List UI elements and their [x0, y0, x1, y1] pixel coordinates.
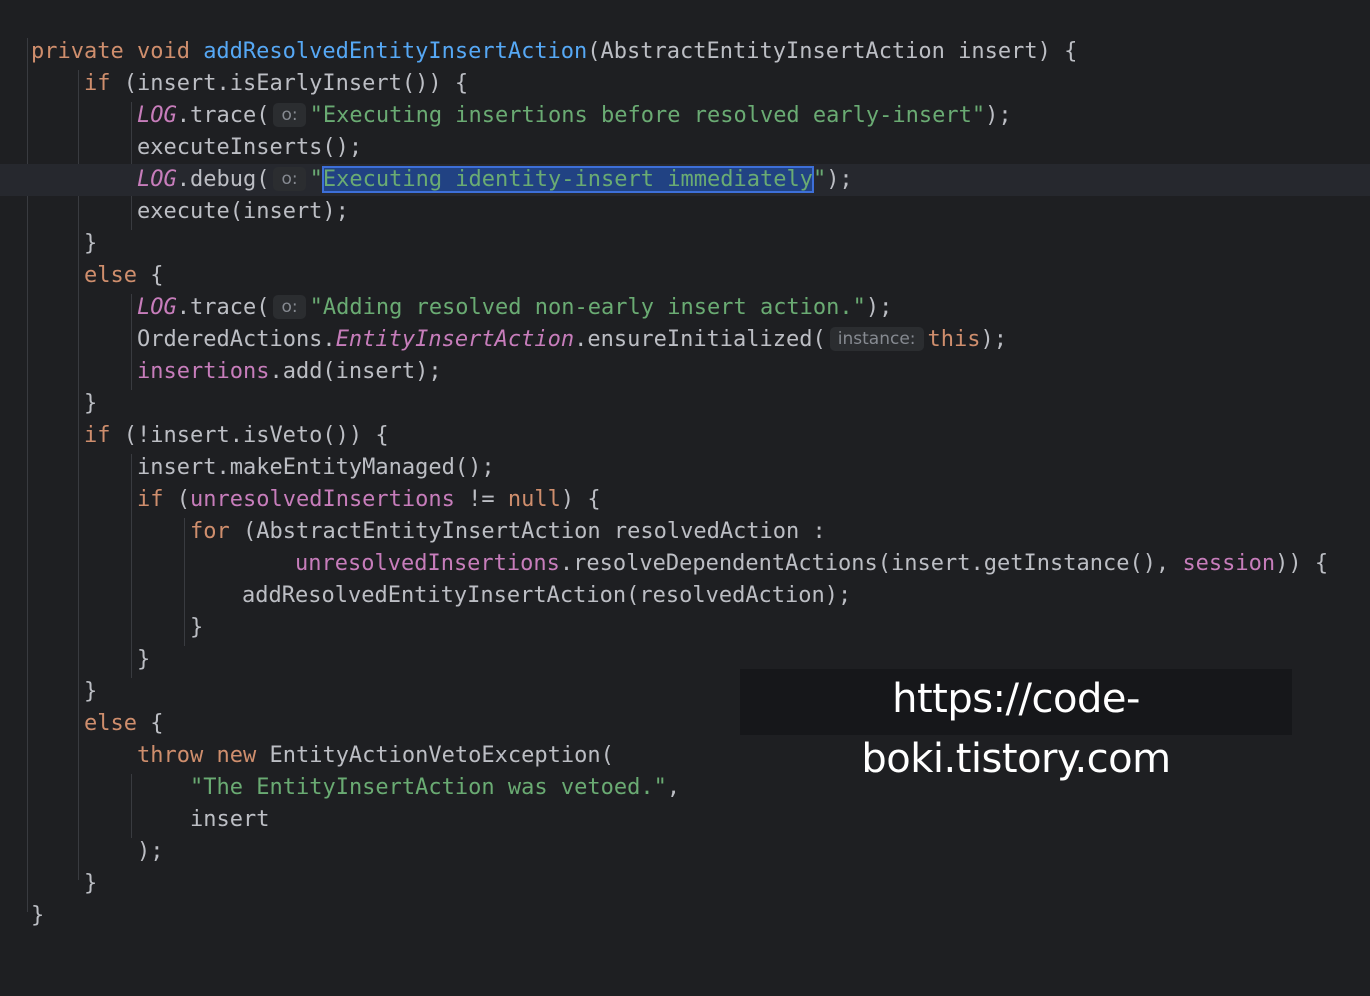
code-line-14[interactable]: insert.makeEntityManaged(); [0, 452, 1370, 484]
code-line-18[interactable]: addResolvedEntityInsertAction(resolvedAc… [0, 580, 1370, 612]
code-text: OrderedActions. [137, 327, 336, 352]
code-text: .debug( [176, 167, 270, 192]
code-text: .trace( [176, 295, 270, 320]
keyword: throw new [137, 743, 257, 768]
code-text: } [84, 391, 98, 416]
method-name: addResolvedEntityInsertAction [203, 39, 588, 64]
code-line-25[interactable]: insert [0, 804, 1370, 836]
code-text: .ensureInitialized( [574, 327, 826, 352]
string-literal: "The EntityInsertAction was vetoed." [190, 775, 667, 800]
code-text: EntityActionVetoException( [256, 743, 614, 768]
code-text: ( [163, 487, 190, 512]
string-literal: " [812, 167, 827, 192]
code-text: , [666, 775, 681, 800]
string-literal: "Adding resolved non-early insert action… [309, 295, 866, 320]
nested-class: EntityInsertAction [335, 327, 575, 352]
text-selection[interactable]: Executing identity-insert immediately [321, 166, 814, 193]
code-text: { [136, 711, 164, 736]
code-line-17[interactable]: unresolvedInsertions.resolveDependentAct… [0, 548, 1370, 580]
code-line-6[interactable]: execute(insert); [0, 196, 1370, 228]
parameter-hint: o: [273, 103, 306, 127]
code-text: (!insert.isVeto()) { [110, 423, 389, 448]
code-line-13[interactable]: if (!insert.isVeto()) { [0, 420, 1370, 452]
code-line-3[interactable]: LOG.trace(o: "Executing insertions before… [0, 100, 1370, 132]
code-text: ) { [560, 487, 601, 512]
keyword: if [84, 423, 111, 448]
code-text: } [84, 231, 98, 256]
keyword: else [84, 263, 137, 288]
parameter-hint: o: [273, 167, 306, 191]
code-line-4[interactable]: executeInserts(); [0, 132, 1370, 164]
code-text: )) { [1275, 551, 1329, 576]
keyword: private void [31, 39, 204, 64]
code-editor[interactable]: private void addResolvedEntityInsertActi… [0, 0, 1370, 970]
code-text: (AbstractEntityInsertAction resolvedActi… [229, 519, 826, 544]
code-line-28[interactable]: } [0, 900, 1370, 932]
code-text: addResolvedEntityInsertAction(resolvedAc… [242, 583, 852, 608]
code-line-26[interactable]: ); [0, 836, 1370, 868]
code-text: ); [985, 103, 1012, 128]
keyword: if [84, 71, 111, 96]
code-line-27[interactable]: } [0, 868, 1370, 900]
code-text: } [31, 903, 45, 928]
code-text: .resolveDependentActions(insert.getInsta… [559, 551, 1183, 576]
code-text: .trace( [176, 103, 270, 128]
code-text: ); [137, 839, 164, 864]
static-field: LOG [137, 167, 177, 192]
code-text: } [137, 647, 151, 672]
code-line-1[interactable]: private void addResolvedEntityInsertActi… [0, 36, 1370, 68]
code-line-19[interactable]: } [0, 612, 1370, 644]
code-line-12[interactable]: } [0, 388, 1370, 420]
watermark-url: https://code-boki.tistory.com [740, 669, 1292, 782]
code-text: { [136, 263, 164, 288]
parameter-hint: instance: [829, 327, 924, 351]
field-name: unresolvedInsertions [295, 551, 560, 576]
code-line-2[interactable]: if (insert.isEarlyInsert()) { [0, 68, 1370, 100]
code-text: executeInserts(); [137, 135, 363, 160]
code-text: execute(insert); [137, 199, 349, 224]
code-line-8[interactable]: else { [0, 260, 1370, 292]
keyword: else [84, 711, 137, 736]
code-line-16[interactable]: for (AbstractEntityInsertAction resolved… [0, 516, 1370, 548]
code-text: insert [190, 807, 270, 832]
code-text: insert.makeEntityManaged(); [137, 455, 495, 480]
keyword: this [927, 327, 981, 352]
field-name: unresolvedInsertions [190, 487, 455, 512]
keyword: for [190, 519, 230, 544]
string-literal: "Executing insertions before resolved ea… [309, 103, 986, 128]
code-line-7[interactable]: } [0, 228, 1370, 260]
keyword: null [507, 487, 561, 512]
static-field: LOG [137, 295, 177, 320]
code-text: } [84, 679, 98, 704]
code-text: .add(insert); [269, 359, 442, 384]
field-name: session [1182, 551, 1276, 576]
code-text: ); [826, 167, 853, 192]
code-text: (insert.isEarlyInsert()) { [110, 71, 469, 96]
static-field: LOG [137, 103, 177, 128]
code-line-11[interactable]: insertions.add(insert); [0, 356, 1370, 388]
code-line-15[interactable]: if (unresolvedInsertions != null) { [0, 484, 1370, 516]
code-line-5-current[interactable]: LOG.debug(o: "Executing identity-insert i… [0, 164, 1370, 196]
code-line-9[interactable]: LOG.trace(o: "Adding resolved non-early i… [0, 292, 1370, 324]
code-text: } [84, 871, 98, 896]
code-text: != [454, 487, 508, 512]
field-name: insertions [137, 359, 270, 384]
code-text: (AbstractEntityInsertAction insert) { [587, 39, 1078, 64]
code-text: } [190, 615, 204, 640]
parameter-hint: o: [273, 295, 306, 319]
code-text: ); [980, 327, 1008, 352]
keyword: if [137, 487, 164, 512]
code-text: ); [865, 295, 893, 320]
string-literal: " [309, 167, 323, 192]
code-line-10[interactable]: OrderedActions.EntityInsertAction.ensure… [0, 324, 1370, 356]
